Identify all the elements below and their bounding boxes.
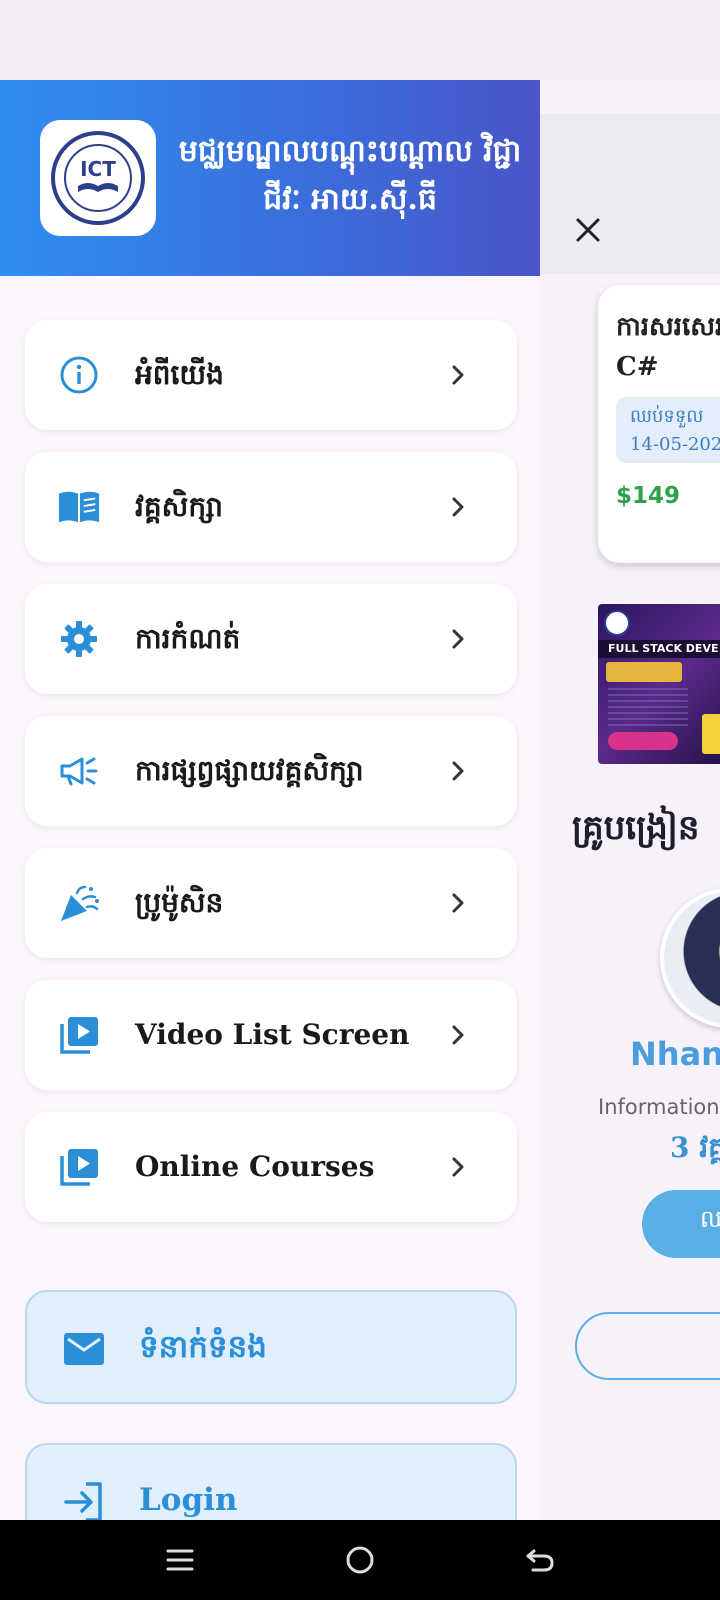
course-poster[interactable]: FULL STACK DEVE: [598, 604, 720, 764]
menu-label-video-list: Video List Screen: [135, 1018, 410, 1051]
menu-label-promotion-courses: ការផ្សព្វផ្សាយវគ្គសិក្សា: [135, 754, 364, 787]
login-button[interactable]: Login: [25, 1443, 517, 1520]
poster-badge: [608, 732, 678, 750]
contact-button[interactable]: ទំនាក់ទំនង: [25, 1290, 517, 1404]
course-title-line2: C#: [616, 352, 659, 382]
course-title-line1: ការសរសេរ: [616, 312, 720, 342]
poster-logo: [604, 610, 630, 636]
mail-icon: [61, 1326, 107, 1372]
login-icon: [61, 1479, 107, 1520]
teacher-avatar[interactable]: [660, 888, 720, 1028]
home-button[interactable]: [340, 1540, 380, 1580]
chevron-right-icon: [440, 1017, 476, 1053]
poster-decoration: [606, 662, 682, 682]
back-button[interactable]: [520, 1540, 560, 1580]
teachers-section-title: គ្រូបង្រៀន: [572, 808, 700, 848]
book-icon: [57, 485, 101, 529]
system-nav-bar: [0, 1520, 720, 1600]
deadline-label: ឈប់ទទួល: [630, 406, 704, 427]
contact-label: ទំនាក់ទំនង: [139, 1329, 267, 1365]
poster-title: FULL STACK DEVE: [598, 640, 720, 658]
close-icon: [576, 218, 600, 242]
chevron-right-icon: [440, 621, 476, 657]
menu-label-about: អំពីយើង: [135, 358, 224, 391]
app-logo: ICT: [40, 120, 156, 236]
login-label: Login: [139, 1482, 238, 1518]
menu-label-promotions: ប្រូម៉ូសិន: [135, 886, 224, 919]
menu-label-settings: ការកំណត់: [135, 622, 241, 655]
teacher-button[interactable]: ឈ: [642, 1190, 720, 1258]
ict-logo-icon: ICT: [51, 131, 145, 225]
megaphone-icon: [57, 749, 101, 793]
home-circle-icon: [346, 1546, 374, 1574]
menu-item-courses[interactable]: វគ្គសិក្សា: [25, 452, 517, 562]
menu-lines-icon: [166, 1549, 194, 1571]
drawer-header: ICT មជ្ឈមណ្ឌលបណ្តុះបណ្តាល វិជ្ជាជីវៈ អាយ…: [0, 80, 540, 276]
chevron-right-icon: [440, 357, 476, 393]
menu-item-video-list[interactable]: Video List Screen: [25, 980, 517, 1090]
party-popper-icon: [57, 881, 101, 925]
status-bar: [0, 0, 720, 80]
menu-label-online-courses: Online Courses: [135, 1150, 375, 1183]
teacher-role: Information: [598, 1095, 720, 1119]
course-card[interactable]: ការសរសេរ C# ឈប់ទទួល 14-05-202 $149: [598, 285, 720, 563]
outline-button[interactable]: [575, 1312, 720, 1380]
poster-price-tag: [702, 714, 720, 754]
poster-text-block: [608, 688, 688, 728]
menu-item-promotions[interactable]: ប្រូម៉ូសិន: [25, 848, 517, 958]
menu-item-settings[interactable]: ការកំណត់: [25, 584, 517, 694]
recent-apps-button[interactable]: [160, 1540, 200, 1580]
info-icon: [57, 353, 101, 397]
menu-label-courses: វគ្គសិក្សា: [135, 490, 223, 523]
teacher-course-count: 3 វគ្គ: [670, 1131, 720, 1164]
course-deadline: ឈប់ទទួល 14-05-202: [616, 397, 720, 463]
logo-text: ICT: [80, 157, 116, 181]
chevron-right-icon: [440, 885, 476, 921]
menu-item-online-courses[interactable]: Online Courses: [25, 1112, 517, 1222]
deadline-value: 14-05-202: [630, 434, 720, 455]
navigation-drawer: ICT មជ្ឈមណ្ឌលបណ្តុះបណ្តាល វិជ្ជាជីវៈ អាយ…: [0, 80, 540, 1520]
close-drawer-button[interactable]: [568, 210, 608, 250]
chevron-right-icon: [440, 1149, 476, 1185]
chevron-right-icon: [440, 753, 476, 789]
teacher-name: Nhanh: [630, 1035, 720, 1073]
app-bar: [540, 114, 720, 274]
gear-icon: [57, 617, 101, 661]
chevron-right-icon: [440, 489, 476, 525]
video-library-icon: [57, 1145, 101, 1189]
video-library-icon: [57, 1013, 101, 1057]
drawer-title: មជ្ឈមណ្ឌលបណ្តុះបណ្តាល វិជ្ជាជីវៈ អាយ.ស៊ី…: [178, 134, 522, 217]
menu-item-about[interactable]: អំពីយើង: [25, 320, 517, 430]
menu-item-promotion-courses[interactable]: ការផ្សព្វផ្សាយវគ្គសិក្សា: [25, 716, 517, 826]
back-arrow-icon: [526, 1549, 554, 1572]
course-price: $149: [616, 483, 681, 509]
